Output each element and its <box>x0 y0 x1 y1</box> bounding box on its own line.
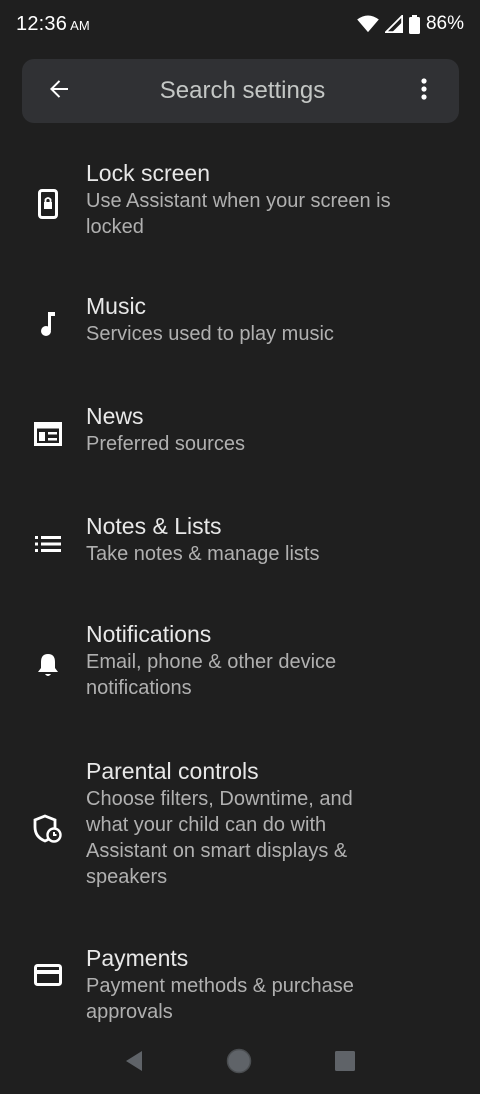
music-note-icon <box>30 306 66 342</box>
item-subtitle: Preferred sources <box>86 433 245 455</box>
nav-home-button[interactable] <box>226 1048 252 1079</box>
status-bar: 12:36 AM 86% <box>0 0 480 48</box>
newspaper-icon <box>30 416 66 452</box>
item-subtitle: Choose filters, Downtime, and what your … <box>86 788 353 888</box>
more-options-button[interactable] <box>389 59 459 123</box>
bell-icon <box>30 647 66 683</box>
system-navigation-bar <box>0 1032 480 1094</box>
cell-signal-icon <box>384 15 403 33</box>
item-subtitle: Use Assistant when your screen is locked <box>86 190 391 238</box>
lock-screen-phone-icon <box>30 186 66 222</box>
item-title: News <box>86 403 144 429</box>
status-icons: 86% <box>357 13 464 35</box>
list-item-music[interactable]: Music Services used to play music <box>0 277 480 387</box>
item-subtitle: Email, phone & other device notification… <box>86 651 337 699</box>
shield-clock-icon <box>30 811 66 847</box>
item-subtitle: Take notes & manage lists <box>86 543 320 565</box>
credit-card-icon <box>30 957 66 993</box>
nav-back-button[interactable] <box>124 1050 144 1077</box>
status-ampm: AM <box>70 17 90 33</box>
more-vert-icon <box>420 77 428 106</box>
list-item-notes-lists[interactable]: Notes & Lists Take notes & manage lists <box>0 497 480 605</box>
arrow-back-icon <box>47 77 71 106</box>
status-time: 12:36 AM <box>16 13 90 36</box>
search-bar[interactable]: Search settings <box>22 59 459 123</box>
item-title: Music <box>86 293 147 319</box>
list-item-news[interactable]: News Preferred sources <box>0 387 480 497</box>
item-title: Payments <box>86 945 189 971</box>
item-title: Parental controls <box>86 758 259 784</box>
list-item-parental-controls[interactable]: Parental controls Choose filters, Downti… <box>0 741 480 931</box>
item-subtitle: Payment methods & purchase approvals <box>86 975 354 1023</box>
settings-list: Lock screen Use Assistant when your scre… <box>0 140 480 1051</box>
item-title: Lock screen <box>86 160 211 186</box>
item-title: Notifications <box>86 621 212 647</box>
status-clock: 12:36 <box>16 12 68 35</box>
battery-icon <box>408 14 420 34</box>
list-item-lock-screen[interactable]: Lock screen Use Assistant when your scre… <box>0 140 480 277</box>
list-item-notifications[interactable]: Notifications Email, phone & other devic… <box>0 605 480 741</box>
nav-recents-button[interactable] <box>334 1050 356 1077</box>
wifi-icon <box>357 15 379 33</box>
back-button[interactable] <box>22 59 96 123</box>
battery-percent: 86% <box>425 13 464 34</box>
item-title: Notes & Lists <box>86 513 222 539</box>
search-input[interactable]: Search settings <box>96 77 389 105</box>
item-subtitle: Services used to play music <box>86 323 334 345</box>
list-icon <box>30 526 66 562</box>
